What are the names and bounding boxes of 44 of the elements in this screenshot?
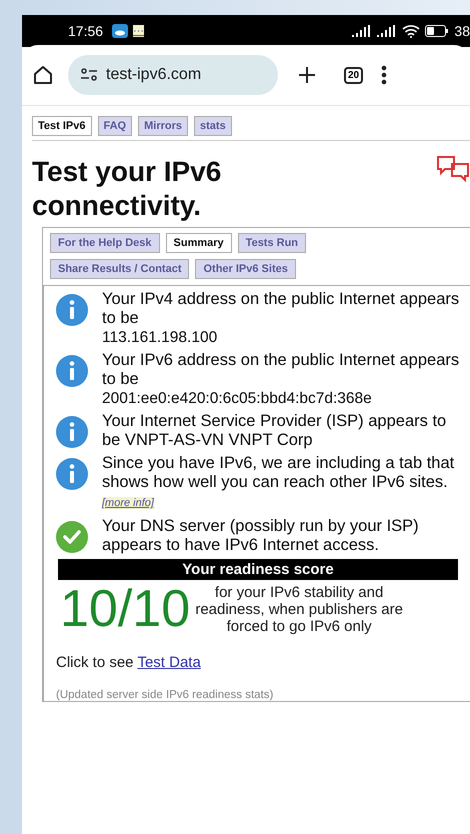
- info-icon: [56, 294, 88, 326]
- address-bar[interactable]: test-ipv6.com: [68, 55, 278, 95]
- test-data-label: Click to see: [56, 654, 134, 671]
- address-value: 113.161.198.100: [102, 328, 218, 347]
- stats-note: (Updated server side IPv6 readiness stats): [56, 689, 274, 701]
- wifi-icon: [402, 24, 420, 38]
- menu-icon[interactable]: [381, 64, 388, 86]
- site-tab[interactable]: stats: [194, 116, 232, 136]
- signal-icon: [377, 25, 398, 37]
- check-icon: [56, 521, 88, 553]
- notification-more: ···: [133, 25, 144, 37]
- new-tab-icon[interactable]: [296, 64, 318, 86]
- result-tab[interactable]: Other IPv6 Sites: [195, 259, 296, 279]
- info-icon: [56, 458, 88, 490]
- page-title: Test your IPv6 connectivity.: [32, 155, 222, 223]
- result-message: Your IPv4 address on the public Internet appears to be: [102, 290, 460, 328]
- test-data-link[interactable]: Test Data: [137, 654, 201, 671]
- result-message: Since you have IPv6, we are including a tab that shows how well you can reach other IPv6 sites.: [102, 454, 456, 492]
- result-tab[interactable]: Share Results / Contact: [50, 259, 190, 279]
- result-tab[interactable]: Summary: [166, 233, 232, 253]
- info-icon: [56, 355, 88, 387]
- more-info-link[interactable]: [more info]: [102, 497, 154, 509]
- result-message: Your DNS server (possibly run by your ISP) appears to have IPv6 Internet access.: [102, 517, 420, 555]
- info-icon: [56, 416, 88, 448]
- score-heading: Your readiness score: [58, 559, 458, 580]
- signal-icon: [352, 25, 372, 37]
- clock: 17:56: [68, 23, 104, 39]
- result-message: Your IPv6 address on the public Internet appears to be: [102, 351, 460, 389]
- tab-count-button[interactable]: 20: [344, 66, 364, 84]
- site-settings-icon[interactable]: [80, 68, 98, 82]
- result-tab[interactable]: Tests Run: [238, 233, 306, 253]
- cloud-icon: [112, 24, 128, 38]
- battery-icon: [425, 25, 450, 37]
- home-icon[interactable]: [32, 64, 54, 86]
- site-tab[interactable]: FAQ: [98, 116, 132, 136]
- address-value: 2001:ee0:e420:0:6c05:bbd4:bc7d:368e: [102, 389, 373, 408]
- site-tab[interactable]: Mirrors: [138, 116, 188, 136]
- translate-icon[interactable]: [436, 155, 470, 183]
- score-value: 10/10: [60, 582, 190, 636]
- result-message: Your Internet Service Provider (ISP) appears to be VNPT-AS-VN VNPT Corp: [102, 412, 448, 450]
- site-tab[interactable]: Test IPv6: [32, 116, 92, 136]
- result-tab[interactable]: For the Help Desk: [50, 233, 160, 253]
- battery-percent: 38: [454, 23, 470, 39]
- score-description: for your IPv6 stability and readiness, when publishers are forced to go IPv6 only: [194, 584, 404, 634]
